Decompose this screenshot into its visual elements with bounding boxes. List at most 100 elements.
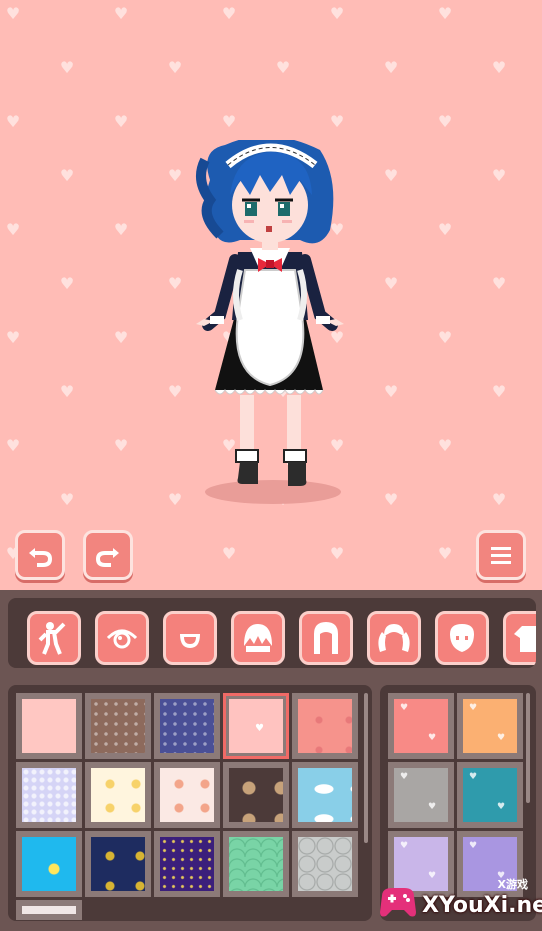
- heart-pattern-icon: ♥: [5, 220, 21, 239]
- background-grid: ♥: [16, 693, 358, 921]
- color-swatch-peach[interactable]: ♥ ♥: [457, 693, 523, 759]
- heart-pattern-icon: ♥: [437, 328, 453, 347]
- heart-pattern-icon: ♥: [437, 4, 453, 23]
- background-grid-scrollbar[interactable]: [364, 693, 368, 843]
- undo-button[interactable]: [15, 530, 65, 580]
- heart-pattern-icon: ♥: [491, 382, 507, 401]
- color-swatch-grey[interactable]: ♥ ♥: [388, 762, 454, 828]
- background-swatch-navy-dots[interactable]: [154, 693, 220, 759]
- background-swatch-grey-tiles[interactable]: [292, 831, 358, 897]
- background-swatch-preview: [91, 837, 145, 891]
- color-grid-scrollbar[interactable]: [526, 693, 530, 803]
- category-eyes-button[interactable]: [95, 611, 149, 665]
- redo-button[interactable]: [83, 530, 133, 580]
- heart-pattern-icon: ♥: [491, 274, 507, 293]
- heart-pattern-icon: ♥: [221, 4, 237, 23]
- background-swatch-bright-sky-sun[interactable]: [16, 831, 82, 897]
- heart-pattern-icon: ♥: [113, 112, 129, 131]
- category-top-button[interactable]: [503, 611, 536, 665]
- heart-pattern-icon: ♥: [383, 382, 399, 401]
- heart-icon: ♥: [497, 802, 506, 812]
- heart-pattern-icon: ♥: [113, 328, 129, 347]
- heart-icon: ♥: [469, 841, 478, 851]
- background-swatch-partial[interactable]: [16, 900, 82, 920]
- character-stage: ♥ ♥ ♥ ♥ ♥ ♥ ♥ ♥ ♥ ♥ ♥ ♥ ♥ ♥ ♥ ♥ ♥ ♥ ♥ ♥ ♥ ♥ ♥ ♥ ♥ ♥ ♥ ♥ ♥ ♥ ♥ ♥ ♥ ♥ ♥ ♥ ♥ ♥ ♥ ♥…: [0, 0, 542, 590]
- heart-pattern-icon: ♥: [329, 4, 345, 23]
- color-swatch-teal[interactable]: ♥ ♥: [457, 762, 523, 828]
- heart-pattern-icon: ♥: [383, 166, 399, 185]
- color-swatch-preview: ♥ ♥: [394, 699, 448, 753]
- heart-pattern-icon: ♥: [59, 382, 75, 401]
- heart-pattern-icon: ♥: [437, 220, 453, 239]
- category-pose-button[interactable]: [27, 611, 81, 665]
- background-swatch-preview: [22, 768, 76, 822]
- background-swatch-lavender-lace[interactable]: [16, 762, 82, 828]
- background-swatch-preview: [298, 699, 352, 753]
- background-swatch-preview: [91, 768, 145, 822]
- background-pattern-panel: ♥: [8, 685, 372, 921]
- heart-pattern-icon: ♥: [59, 166, 75, 185]
- heart-icon: ♥: [400, 841, 409, 851]
- menu-button[interactable]: [476, 530, 526, 580]
- category-face-button[interactable]: [435, 611, 489, 665]
- background-swatch-plain-pink[interactable]: [16, 693, 82, 759]
- background-swatch-white-citrus[interactable]: [154, 762, 220, 828]
- body-pose-icon: [38, 622, 66, 655]
- heart-pattern-icon: ♥: [167, 166, 183, 185]
- background-swatch-preview: ♥: [229, 699, 283, 753]
- background-swatch-preview: [298, 837, 352, 891]
- background-swatch-preview: [22, 837, 76, 891]
- color-swatch-pink[interactable]: ♥ ♥: [388, 693, 454, 759]
- category-bangs-button[interactable]: [231, 611, 285, 665]
- gamepad-logo-icon: [380, 888, 416, 917]
- background-swatch-preview: [160, 699, 214, 753]
- heart-pattern-icon: ♥: [437, 436, 453, 455]
- heart-pattern-icon: ♥: [437, 544, 453, 563]
- heart-pattern-icon: ♥: [167, 58, 183, 77]
- eye-icon: [106, 629, 138, 649]
- heart-pattern-icon: ♥: [5, 328, 21, 347]
- heart-icon: ♥: [497, 733, 506, 743]
- heart-pattern-icon: ♥: [113, 4, 129, 23]
- category-mouth-button[interactable]: [163, 611, 217, 665]
- heart-pattern-icon: ♥: [59, 58, 75, 77]
- background-swatch-coral-bows[interactable]: [292, 693, 358, 759]
- background-swatch-brown-dots[interactable]: [85, 693, 151, 759]
- heart-icon: ♥: [428, 733, 437, 743]
- watermark-main-text: XYouXi.net: [422, 893, 542, 918]
- heart-pattern-icon: ♥: [221, 112, 237, 131]
- undo-arrow-icon: [29, 548, 53, 567]
- heart-pattern-icon: ♥: [167, 274, 183, 293]
- face-shape-icon: [450, 624, 474, 652]
- heart-pattern-icon: ♥: [383, 58, 399, 77]
- background-swatch-preview: [160, 768, 214, 822]
- watermark-top-text: X游戏: [497, 878, 528, 891]
- background-swatch-purple-night[interactable]: [154, 831, 220, 897]
- background-swatch-sky-clouds[interactable]: [292, 762, 358, 828]
- background-swatch-night-stars[interactable]: [85, 831, 151, 897]
- heart-pattern-icon: ♥: [329, 544, 345, 563]
- background-swatch-pink-hearts[interactable]: ♥: [223, 693, 289, 759]
- heart-icon: ♥: [400, 703, 409, 713]
- background-swatch-preview: [229, 768, 283, 822]
- background-swatch-preview: [91, 699, 145, 753]
- background-swatch-mint-scales[interactable]: [223, 831, 289, 897]
- heart-pattern-icon: ♥: [59, 490, 75, 509]
- color-swatch-preview: ♥ ♥: [463, 699, 517, 753]
- background-swatch-cream-lemons[interactable]: [85, 762, 151, 828]
- background-swatch-cocoa-cookies[interactable]: [223, 762, 289, 828]
- background-swatch-preview: [298, 768, 352, 822]
- heart-pattern-icon: ♥: [383, 274, 399, 293]
- heart-icon: ♥: [255, 723, 264, 734]
- heart-pattern-icon: ♥: [275, 58, 291, 77]
- heart-icon: ♥: [428, 802, 437, 812]
- hamburger-menu-icon: [491, 547, 511, 564]
- long-hair-icon: [314, 622, 338, 654]
- heart-icon: ♥: [469, 772, 478, 782]
- category-hair-button[interactable]: [299, 611, 353, 665]
- pigtail-hair-icon: [378, 624, 410, 652]
- heart-pattern-icon: ♥: [491, 166, 507, 185]
- color-swatch-preview: ♥ ♥: [394, 768, 448, 822]
- background-swatch-preview: [22, 906, 76, 914]
- category-pigtails-button[interactable]: [367, 611, 421, 665]
